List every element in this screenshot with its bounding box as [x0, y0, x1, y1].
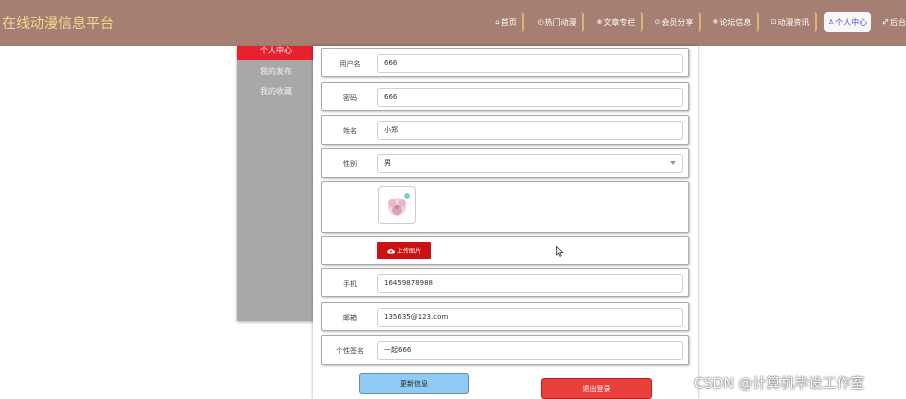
update-info-button[interactable]: 更新信息: [359, 373, 469, 394]
share-icon: ⊙: [654, 18, 661, 26]
signature-label: 个性签名: [336, 347, 364, 355]
gender-value: 男: [384, 159, 391, 167]
username-input[interactable]: 666: [377, 54, 683, 73]
nav-anime-news-label: 动漫资讯: [777, 17, 810, 27]
form-row-password: 密码 666: [321, 82, 689, 111]
home-icon: ⌂: [495, 18, 500, 26]
csdn-watermark: CSDN @计算机毕设工作室: [694, 376, 865, 392]
form-row-upload: 上传图片: [321, 236, 689, 265]
password-label: 密码: [343, 94, 357, 102]
nav-forum-label: 论坛信息: [719, 17, 752, 27]
form-row-gender: 性别 男: [321, 148, 689, 178]
nav-hot-anime[interactable]: ◴ 热门动漫: [532, 12, 584, 32]
link-icon: [882, 18, 889, 27]
forum-icon: ❄: [712, 18, 719, 26]
chevron-down-icon: [670, 161, 676, 165]
nav-articles-label: 文章专栏: [603, 17, 636, 27]
news-icon: ⊡: [770, 18, 777, 26]
phone-input[interactable]: 16459878988: [377, 274, 683, 293]
form-row-signature: 个性签名 一起666: [321, 335, 689, 365]
username-label: 用户名: [339, 60, 361, 68]
site-title[interactable]: 在线动漫信息平台: [2, 13, 114, 33]
gender-label: 性别: [343, 160, 357, 168]
name-label: 姓名: [343, 127, 357, 135]
password-input[interactable]: 666: [377, 88, 683, 107]
sidebar-item-personal-center[interactable]: 个人中心: [237, 46, 315, 60]
cloud-upload-icon: [387, 248, 395, 253]
mouse-cursor-icon: [556, 246, 564, 257]
name-input[interactable]: 小郑: [377, 121, 683, 140]
nav-member-share-label: 会员分享: [661, 17, 694, 27]
article-icon: ⊕: [596, 18, 603, 26]
avatar-image: [388, 193, 410, 216]
form-row-email: 邮箱 135635@123.com: [321, 302, 689, 331]
form-row-avatar: [321, 181, 689, 233]
email-label: 邮箱: [343, 314, 357, 322]
sidebar: 个人中心 我的发布 我的收藏: [237, 46, 315, 321]
phone-label: 手机: [343, 280, 357, 288]
nav-forum[interactable]: ❄ 论坛信息: [707, 12, 759, 32]
nav-personal-center[interactable]: ♙ 个人中心: [824, 12, 871, 32]
nav-home[interactable]: ⌂ 首页: [490, 12, 524, 32]
email-input[interactable]: 135635@123.com: [377, 308, 683, 327]
sidebar-item-my-favorites[interactable]: 我的收藏: [237, 86, 315, 97]
top-navbar: 在线动漫信息平台 ⌂ 首页 ◴ 热门动漫 ⊕ 文章专栏 ⊙ 会员分享 ❄ 论坛信…: [0, 0, 906, 46]
nav-member-share[interactable]: ⊙ 会员分享: [649, 12, 701, 32]
nav-admin-label: 后台: [890, 17, 906, 27]
form-row-phone: 手机 16459878988: [321, 268, 689, 297]
avatar: [378, 186, 416, 224]
nav-articles[interactable]: ⊕ 文章专栏: [591, 12, 643, 32]
nav-admin[interactable]: 后台: [878, 12, 906, 32]
nav-home-label: 首页: [500, 17, 517, 27]
logout-button[interactable]: 退出登录: [541, 378, 652, 399]
nav-anime-news[interactable]: ⊡ 动漫资讯: [765, 12, 817, 32]
signature-input[interactable]: 一起666: [377, 341, 683, 360]
flame-icon: ◴: [537, 18, 544, 26]
form-row-username: 用户名 666: [321, 48, 689, 77]
nav-hot-anime-label: 热门动漫: [544, 17, 577, 27]
form-row-name: 姓名 小郑: [321, 115, 689, 145]
user-icon: ♙: [827, 18, 835, 26]
upload-image-button[interactable]: 上传图片: [377, 242, 431, 259]
gender-select[interactable]: 男: [377, 154, 683, 173]
nav-personal-center-label: 个人中心: [835, 17, 868, 27]
sidebar-item-my-posts[interactable]: 我的发布: [237, 66, 315, 77]
upload-image-label: 上传图片: [396, 248, 421, 255]
